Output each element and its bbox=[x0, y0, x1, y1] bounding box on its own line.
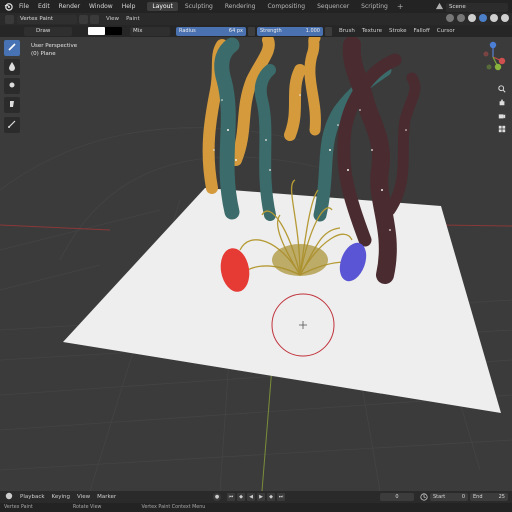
play-reverse-icon[interactable]: ◀ bbox=[247, 493, 255, 501]
blur-tool-button[interactable] bbox=[4, 59, 20, 75]
tool-settings-header: Draw Mix Radius 64 px Strength 1.000 Bru… bbox=[0, 25, 512, 37]
playback-controls: ● ⏮ ◆ ◀ ▶ ◆ ⏭ bbox=[213, 493, 287, 501]
menu-view[interactable]: View bbox=[106, 16, 119, 22]
annotate-tool-button[interactable] bbox=[4, 117, 20, 133]
menu-playback[interactable]: Playback bbox=[20, 494, 45, 500]
play-icon[interactable]: ▶ bbox=[257, 493, 265, 501]
smear-icon bbox=[7, 99, 17, 111]
menu-cursor[interactable]: Cursor bbox=[437, 28, 455, 34]
strength-pressure-icon[interactable] bbox=[325, 26, 332, 36]
menu-brush[interactable]: Brush bbox=[339, 28, 355, 34]
radius-label: Radius bbox=[179, 28, 196, 34]
add-workspace-icon[interactable]: + bbox=[397, 2, 404, 11]
menu-help[interactable]: Help bbox=[122, 3, 136, 10]
annotate-icon bbox=[7, 119, 17, 131]
menu-falloff[interactable]: Falloff bbox=[414, 28, 430, 34]
tab-rendering[interactable]: Rendering bbox=[220, 2, 261, 11]
start-value: 0 bbox=[461, 494, 465, 500]
tab-layout[interactable]: Layout bbox=[147, 2, 178, 11]
smear-tool-button[interactable] bbox=[4, 97, 20, 113]
menu-timeline-view[interactable]: View bbox=[77, 494, 90, 500]
menu-keying[interactable]: Keying bbox=[52, 494, 70, 500]
top-menu-bar: File Edit Render Window Help Layout Scul… bbox=[0, 0, 512, 13]
menu-edit[interactable]: Edit bbox=[38, 3, 50, 10]
end-label: End bbox=[473, 494, 483, 500]
wireframe-shading-icon[interactable] bbox=[468, 14, 476, 22]
end-value: 25 bbox=[498, 494, 505, 500]
shading-controls bbox=[443, 14, 509, 22]
draw-tool-button[interactable] bbox=[4, 40, 20, 56]
active-object-label: (0) Plane bbox=[31, 51, 56, 57]
face-select-icon[interactable] bbox=[90, 14, 99, 24]
menu-render[interactable]: Render bbox=[59, 3, 80, 10]
status-middle-mouse: Rotate View bbox=[72, 505, 102, 510]
next-key-icon[interactable]: ◆ bbox=[267, 493, 275, 501]
perspective-label: User Perspective bbox=[31, 43, 78, 49]
status-bar: Vertex Paint Rotate View Vertex Paint Co… bbox=[0, 503, 512, 512]
pan-hand-icon[interactable] bbox=[497, 97, 506, 106]
tab-compositing[interactable]: Compositing bbox=[262, 2, 310, 11]
xray-icon[interactable] bbox=[457, 14, 465, 22]
viewport-scene[interactable] bbox=[0, 37, 512, 491]
orange-tentacle-2 bbox=[304, 37, 321, 136]
status-left-mouse: Vertex Paint bbox=[4, 505, 33, 510]
average-tool-button[interactable] bbox=[4, 78, 20, 94]
average-icon bbox=[7, 80, 17, 92]
start-label: Start bbox=[433, 494, 446, 500]
timeline-header: Playback Keying View Marker ● ⏮ ◆ ◀ ▶ ◆ … bbox=[0, 491, 512, 503]
left-toolbar bbox=[4, 40, 21, 136]
menu-stroke[interactable]: Stroke bbox=[389, 28, 407, 34]
tab-sculpting[interactable]: Sculpting bbox=[180, 2, 218, 11]
primary-color-swatch[interactable] bbox=[88, 27, 105, 35]
jump-end-icon[interactable]: ⏭ bbox=[277, 493, 285, 501]
viewport-header: Vertex Paint View Paint bbox=[0, 13, 512, 25]
zoom-icon[interactable] bbox=[497, 84, 506, 93]
scene-icon[interactable] bbox=[435, 2, 444, 12]
blender-logo-icon[interactable] bbox=[4, 2, 13, 11]
solid-shading-icon[interactable] bbox=[479, 14, 487, 22]
clock-icon[interactable] bbox=[420, 493, 428, 503]
menu-paint[interactable]: Paint bbox=[126, 16, 140, 22]
current-frame-field[interactable]: 0 bbox=[380, 493, 414, 501]
workspace-tabs: Layout Sculpting Rendering Compositing S… bbox=[147, 2, 404, 11]
record-icon[interactable]: ● bbox=[213, 493, 221, 501]
camera-view-icon[interactable] bbox=[497, 111, 506, 120]
timeline-editor-icon[interactable] bbox=[5, 492, 13, 502]
rendered-shading-icon[interactable] bbox=[501, 14, 509, 22]
navigation-gizmo[interactable] bbox=[478, 39, 508, 79]
grass-base bbox=[272, 244, 328, 276]
drop-icon bbox=[7, 61, 17, 73]
material-shading-icon[interactable] bbox=[490, 14, 498, 22]
scene-name-field[interactable]: Scene bbox=[446, 2, 508, 12]
tab-sequencer[interactable]: Sequencer bbox=[312, 2, 354, 11]
scene-selector: Scene bbox=[435, 2, 508, 12]
menu-marker[interactable]: Marker bbox=[97, 494, 116, 500]
brush-selector[interactable]: Draw bbox=[24, 26, 72, 36]
prev-key-icon[interactable]: ◆ bbox=[237, 493, 245, 501]
mode-selector[interactable]: Vertex Paint bbox=[17, 14, 77, 24]
radius-value: 64 px bbox=[228, 28, 243, 34]
start-frame-field[interactable]: Start 0 bbox=[430, 493, 468, 501]
tab-scripting[interactable]: Scripting bbox=[356, 2, 393, 11]
strength-label: Strength bbox=[260, 28, 282, 34]
editor-type-icon[interactable] bbox=[5, 14, 14, 24]
vertex-select-icon[interactable] bbox=[79, 14, 88, 24]
blend-mode-select[interactable]: Mix bbox=[130, 26, 170, 36]
secondary-color-swatch[interactable] bbox=[105, 27, 122, 35]
status-right-mouse: Vertex Paint Context Menu bbox=[141, 505, 206, 510]
radius-pressure-icon[interactable] bbox=[248, 26, 255, 36]
radius-slider[interactable]: Radius 64 px bbox=[176, 26, 246, 36]
menu-window[interactable]: Window bbox=[89, 3, 113, 10]
strength-value: 1.000 bbox=[305, 28, 320, 34]
menu-file[interactable]: File bbox=[19, 3, 29, 10]
jump-start-icon[interactable]: ⏮ bbox=[227, 493, 235, 501]
strength-slider[interactable]: Strength 1.000 bbox=[257, 26, 323, 36]
overlay-icon[interactable] bbox=[446, 14, 454, 22]
brush-icon bbox=[7, 42, 17, 54]
menu-texture[interactable]: Texture bbox=[362, 28, 382, 34]
end-frame-field[interactable]: End 25 bbox=[470, 493, 508, 501]
grid-view-icon[interactable] bbox=[497, 124, 506, 133]
